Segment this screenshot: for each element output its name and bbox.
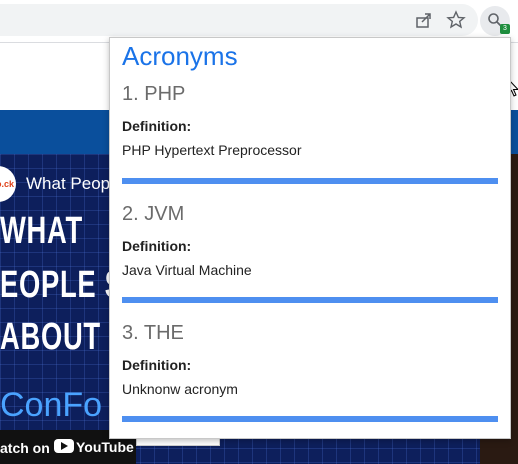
definition-text: Java Virtual Machine <box>122 262 252 278</box>
definition-label: Definition: <box>122 118 192 134</box>
share-icon[interactable] <box>414 10 434 30</box>
acronym-heading: 2. JVM <box>122 203 185 225</box>
play-icon <box>61 442 68 450</box>
acronym-entry: 3. THE Definition: Unknonw acronym <box>122 318 498 422</box>
thumbnail-text-line: ABOUT <box>0 316 101 358</box>
youtube-logo-icon <box>54 439 74 453</box>
star-icon[interactable] <box>446 10 466 30</box>
definition-label: Definition: <box>122 238 192 254</box>
definition-text: Unknonw acronym <box>122 381 238 397</box>
acronym-entry: 2. JVM Definition: Java Virtual Machine <box>122 199 498 303</box>
browser-window: 3 o.ck What Peop WHAT EOPLE SA ABOUT Con… <box>0 0 518 464</box>
watch-on-label: atch on <box>0 440 50 456</box>
address-bar[interactable] <box>0 4 478 36</box>
definition-text: PHP Hypertext Preprocessor <box>122 142 302 158</box>
extension-badge: 3 <box>500 24 510 34</box>
browser-toolbar: 3 <box>0 0 518 42</box>
entry-divider <box>122 297 498 303</box>
acronyms-popup: Acronyms 1. PHP Definition: PHP Hypertex… <box>109 37 511 439</box>
video-title[interactable]: What Peop <box>26 174 110 194</box>
acronym-entry: 1. PHP Definition: PHP Hypertext Preproc… <box>122 79 498 184</box>
popup-title: Acronyms <box>122 41 238 71</box>
thumbnail-text-line: WHAT <box>0 210 83 252</box>
entry-divider <box>122 416 498 422</box>
thumbnail-brand-text: ConFo <box>0 386 103 424</box>
extension-button[interactable]: 3 <box>480 6 510 36</box>
acronym-heading: 1. PHP <box>122 83 186 105</box>
share-icon-graphic <box>416 13 431 28</box>
acronym-heading: 3. THE <box>122 322 184 344</box>
youtube-wordmark: YouTube <box>76 439 134 455</box>
definition-label: Definition: <box>122 357 192 373</box>
star-icon-graphic <box>446 10 466 29</box>
entry-divider <box>122 178 498 184</box>
